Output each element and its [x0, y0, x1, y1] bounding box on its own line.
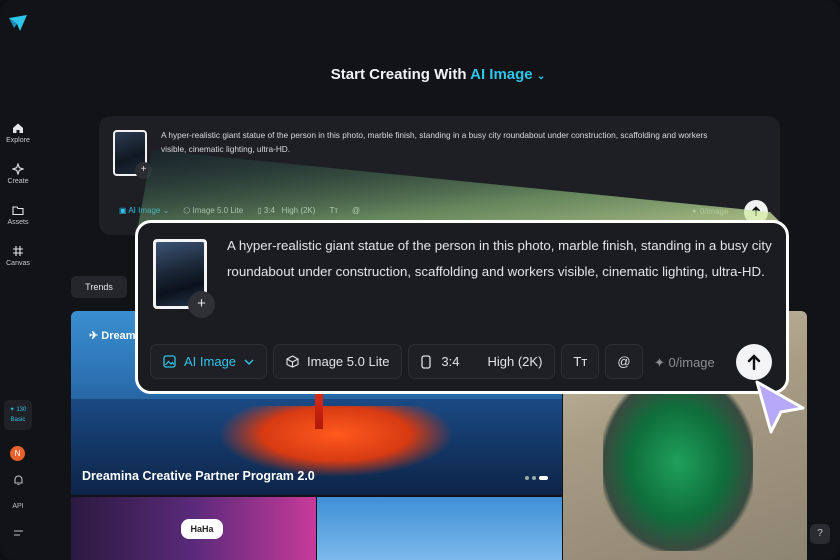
mode-dropdown[interactable]: ▣ AI Image ⌄ — [119, 206, 169, 215]
cost-indicator: ✦ 0/image — [654, 355, 715, 370]
sidebar-item-create[interactable]: Create — [0, 163, 36, 185]
sidebar-item-label: Explore — [6, 137, 30, 144]
banner-artwork-lava — [221, 406, 451, 476]
gallery-tile[interactable]: HaHa — [71, 497, 316, 560]
folder-icon — [12, 206, 24, 216]
ratio-quality-selector[interactable]: ▯ 3:4 High (2K) — [257, 206, 315, 215]
arrow-up-icon — [751, 206, 761, 216]
prompt-toolbar: ▣ AI Image ⌄ ⬡ Image 5.0 Lite ▯ 3:4 High… — [119, 206, 360, 215]
sidebar-item-explore[interactable]: Explore — [0, 122, 36, 144]
carousel-dots[interactable] — [522, 467, 548, 485]
dreamina-logo-icon[interactable] — [8, 14, 28, 32]
mention-button[interactable]: @ — [605, 344, 643, 379]
model-selector[interactable]: ⬡ Image 5.0 Lite — [183, 206, 243, 215]
chevron-down-icon — [244, 359, 254, 365]
sidebar-item-label: Assets — [7, 219, 29, 226]
generate-button[interactable] — [736, 344, 772, 380]
sidebar-item-label: Canvas — [6, 260, 30, 267]
home-icon — [13, 123, 23, 133]
banner-title: Dreamina Creative Partner Program 2.0 — [82, 469, 315, 483]
bell-icon[interactable] — [0, 474, 36, 488]
credits-value: ✦ 130 — [9, 407, 27, 413]
api-link[interactable]: API — [0, 503, 36, 510]
cost-indicator: ✦ 0/image — [691, 207, 729, 216]
prompt-input[interactable]: A hyper-realistic giant statue of the pe… — [227, 233, 773, 285]
sidebar-item-canvas[interactable]: Canvas — [0, 245, 36, 267]
credits-plan: Basic — [10, 417, 26, 423]
text-style-icon: Tт — [573, 354, 588, 369]
model-selector[interactable]: Image 5.0 Lite — [273, 344, 403, 379]
image-icon — [163, 355, 176, 368]
mode-selector[interactable]: AI Image — [470, 66, 533, 83]
aspect-ratio-icon — [421, 354, 432, 369]
sidebar-item-label: Create — [7, 178, 29, 185]
prompt-input[interactable]: A hyper-realistic giant statue of the pe… — [161, 128, 721, 156]
at-sign-icon: @ — [617, 354, 631, 369]
sidebar: Explore Create Assets Canvas ✦ 130 Basic… — [0, 0, 36, 560]
add-reference-button[interactable]: + — [188, 291, 215, 318]
text-style-button[interactable]: Tт — [329, 206, 338, 215]
gallery-tile-caption: HaHa — [181, 519, 223, 539]
canvas-icon — [13, 246, 23, 256]
gallery-tile-artwork — [603, 391, 753, 551]
sparkle-icon — [12, 163, 24, 175]
ratio-quality-selector[interactable]: 3:4 High (2K) — [408, 344, 556, 379]
prompt-toolbar: AI Image Image 5.0 Lite 3:4 High (2K) Tт… — [150, 344, 643, 379]
menu-icon[interactable] — [0, 528, 36, 540]
tab-trends[interactable]: Trends — [71, 276, 127, 298]
quality-value: High (2K) — [487, 354, 543, 369]
gallery-tile[interactable] — [317, 497, 562, 560]
sidebar-item-assets[interactable]: Assets — [0, 204, 36, 226]
cube-icon — [286, 355, 299, 368]
add-reference-button[interactable]: + — [135, 162, 152, 179]
mention-button[interactable]: @ — [352, 206, 360, 215]
help-button[interactable]: ? — [810, 524, 830, 544]
mouse-cursor-icon — [755, 380, 805, 434]
mode-dropdown[interactable]: AI Image — [150, 344, 268, 379]
prompt-card: + A hyper-realistic giant statue of the … — [99, 116, 780, 235]
prompt-card-zoomed: + A hyper-realistic giant statue of the … — [135, 220, 789, 394]
app-window: Explore Create Assets Canvas ✦ 130 Basic… — [0, 0, 840, 560]
avatar[interactable]: N — [10, 446, 25, 461]
chevron-down-icon[interactable]: ⌄ — [537, 71, 545, 82]
credits-badge[interactable]: ✦ 130 Basic — [4, 400, 32, 430]
ratio-value: 3:4 — [441, 354, 460, 369]
page-title: Start Creating With AI Image ⌄ — [330, 66, 546, 83]
arrow-up-icon — [747, 354, 761, 370]
text-style-button[interactable]: Tт — [561, 344, 600, 379]
